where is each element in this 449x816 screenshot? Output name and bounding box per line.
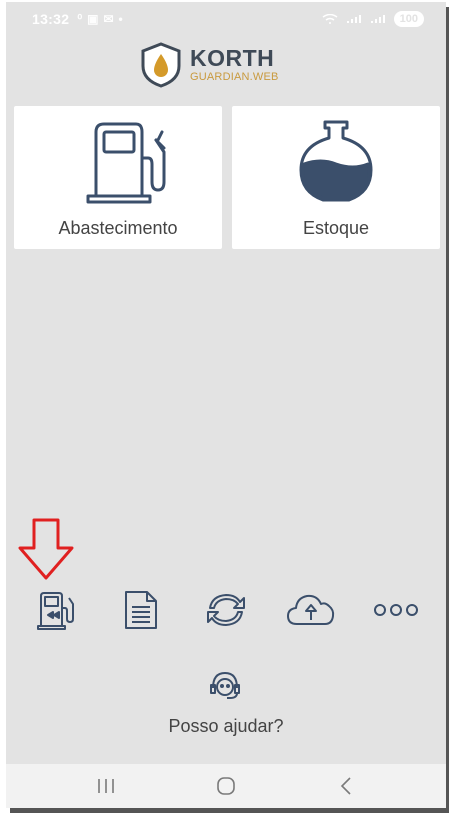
fuel-pump-icon — [86, 122, 166, 204]
back-icon — [340, 777, 351, 795]
logo-title: KORTH — [190, 45, 275, 71]
dot-icon: • — [118, 12, 123, 26]
wifi-icon — [322, 14, 338, 24]
status-right: 100 — [322, 11, 424, 27]
help-label[interactable]: Posso ajudar? — [6, 716, 446, 737]
annotation-arrow — [18, 518, 74, 580]
mail-icon: ✉ — [103, 12, 114, 26]
document-icon — [125, 591, 158, 629]
tool-sync[interactable] — [198, 586, 254, 634]
shield-drop-icon — [141, 42, 181, 88]
app-screen: 13:32 ⁰ ▣ ✉ • 100 KORTH GUARDIAN.WEB Aba… — [6, 2, 446, 808]
usb-icon: ⁰ — [77, 12, 83, 26]
tool-cloud-upload[interactable] — [283, 586, 339, 634]
fuel-rewind-icon — [37, 592, 75, 630]
tool-more[interactable] — [368, 586, 424, 634]
sync-icon — [206, 594, 245, 626]
battery-indicator: 100 — [393, 11, 424, 27]
nav-home[interactable] — [206, 766, 246, 806]
tool-fuel-history[interactable] — [28, 586, 84, 634]
card-abastecimento[interactable]: Abastecimento — [14, 106, 222, 249]
card-estoque[interactable]: Estoque — [232, 106, 440, 249]
recent-apps-icon — [98, 779, 114, 793]
card-label-abastecimento: Abastecimento — [58, 218, 178, 238]
logo-subtitle: GUARDIAN.WEB — [190, 71, 279, 83]
notification-icons: ⁰ ▣ ✉ • — [77, 12, 122, 26]
status-time: 13:32 — [32, 11, 70, 27]
more-icon — [373, 604, 418, 616]
tank-flask-icon — [299, 120, 373, 202]
nav-recent-apps[interactable] — [86, 766, 126, 806]
signal-icon — [346, 15, 361, 23]
tool-document[interactable] — [113, 586, 169, 634]
nav-back[interactable] — [326, 766, 366, 806]
signal-icon-2 — [370, 15, 385, 23]
app-logo: KORTH GUARDIAN.WEB — [140, 42, 279, 88]
cloud-upload-icon — [286, 594, 334, 625]
bottom-toolbar — [6, 586, 446, 634]
headset-icon[interactable] — [208, 670, 242, 700]
card-label-estoque: Estoque — [302, 218, 370, 238]
system-nav-bar — [6, 764, 446, 808]
home-icon — [217, 777, 235, 795]
teams-icon: ▣ — [87, 12, 99, 26]
status-bar: 13:32 ⁰ ▣ ✉ • 100 — [6, 2, 446, 36]
